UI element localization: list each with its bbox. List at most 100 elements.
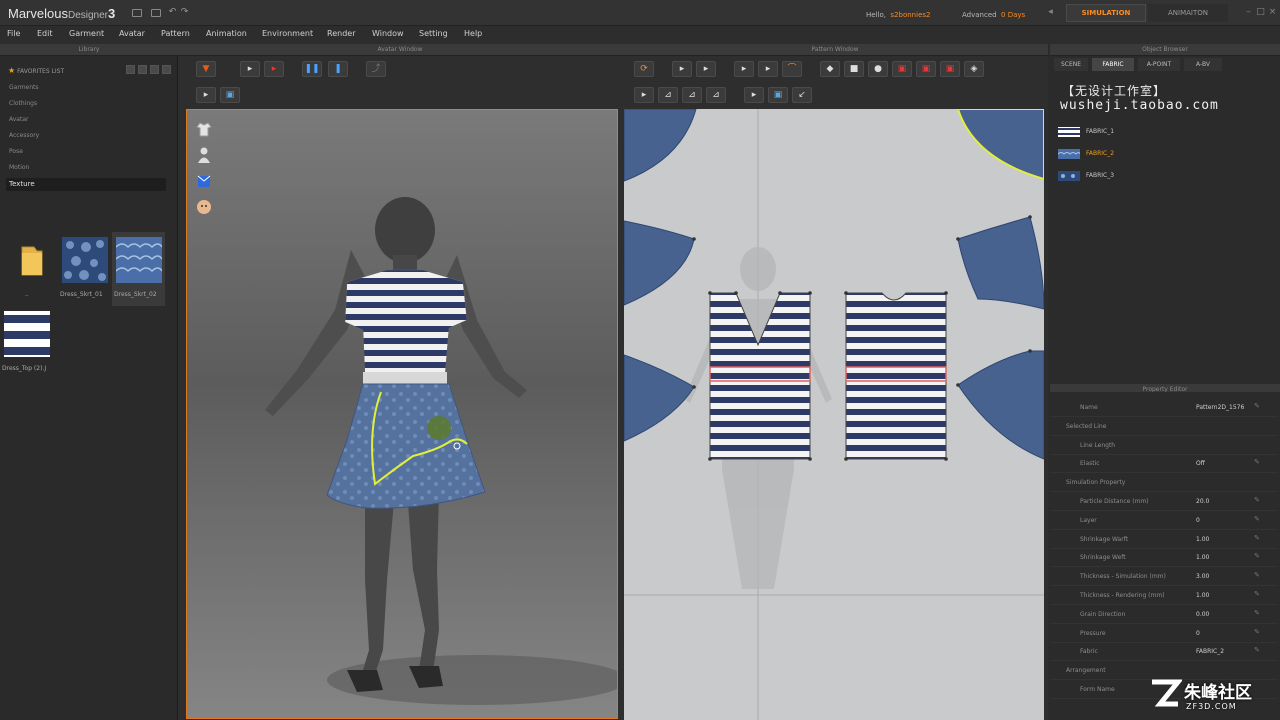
chart-icon[interactable] <box>132 9 142 17</box>
property-value[interactable]: 1.00 <box>1196 536 1209 543</box>
fold-icon[interactable]: ▣ <box>220 87 240 103</box>
library-item-clothings[interactable]: Clothings <box>9 100 37 107</box>
user-name[interactable]: s2bonnies2 <box>890 11 930 19</box>
pencil-icon[interactable]: ✎ <box>1254 553 1261 560</box>
internal-circle-icon[interactable]: ▣ <box>940 61 960 77</box>
pencil-icon[interactable]: ✎ <box>1254 591 1261 598</box>
property-value[interactable]: Off <box>1196 460 1205 467</box>
pencil-icon[interactable]: ✎ <box>1254 628 1261 636</box>
refresh-icon[interactable]: ⟳ <box>634 61 654 77</box>
folder-icon[interactable] <box>151 9 161 17</box>
library-item-accessory[interactable]: Accessory <box>9 132 39 139</box>
property-row[interactable]: Pressure 0 ✎ <box>1050 624 1278 643</box>
property-value[interactable]: Pattern2D_1576 <box>1196 404 1244 411</box>
property-row[interactable]: Fabric FABRIC_2 ✎ <box>1050 642 1278 662</box>
minimize-icon[interactable]: – <box>1244 8 1253 17</box>
property-value[interactable]: 3.00 <box>1196 573 1209 580</box>
library-item-pose[interactable]: Pose <box>9 148 23 155</box>
garment-move-icon[interactable]: ❚ <box>328 61 348 77</box>
menu-setting[interactable]: Setting <box>419 29 448 38</box>
tab-scene[interactable]: SCENE <box>1054 58 1088 71</box>
property-row[interactable]: Layer 0 ✎ <box>1050 511 1278 530</box>
select-icon[interactable]: ▸ <box>240 61 260 77</box>
property-value[interactable]: 20.0 <box>1196 498 1209 505</box>
pencil-icon[interactable]: ✎ <box>1254 647 1261 654</box>
menu-pattern[interactable]: Pattern <box>161 29 190 38</box>
redo-icon[interactable]: ↷ <box>180 8 189 17</box>
pin-icon[interactable]: ⤴ <box>366 61 386 77</box>
add-icon[interactable] <box>138 65 147 74</box>
menu-file[interactable]: File <box>7 29 20 38</box>
property-value[interactable]: 0 <box>1196 517 1200 524</box>
menu-help[interactable]: Help <box>464 29 482 38</box>
internal-polygon-icon[interactable]: ▣ <box>892 61 912 77</box>
sewing-multi-icon[interactable]: ⊿ <box>682 87 702 103</box>
segment-sewing-icon[interactable]: ▸ <box>634 87 654 103</box>
property-value[interactable]: FABRIC_2 <box>1196 648 1224 655</box>
rectangle-icon[interactable]: ■ <box>844 61 864 77</box>
pencil-icon[interactable]: ✎ <box>1254 572 1261 579</box>
menu-animation[interactable]: Animation <box>206 29 247 38</box>
tab-simulation[interactable]: SIMULATION <box>1066 4 1146 22</box>
property-row[interactable]: Name Pattern2D_1576 ✎ <box>1050 398 1278 417</box>
property-row[interactable]: Grain Direction 0.00 ✎ <box>1050 605 1278 624</box>
menu-render[interactable]: Render <box>327 29 355 38</box>
2d-pattern-view[interactable] <box>624 109 1044 720</box>
pencil-icon[interactable]: ✎ <box>1254 609 1261 617</box>
texture-edit-icon[interactable]: ▸ <box>744 87 764 103</box>
settings-icon[interactable]: ◂ <box>1046 8 1055 17</box>
property-value[interactable]: 1.00 <box>1196 554 1209 561</box>
menu-avatar[interactable]: Avatar <box>119 29 145 38</box>
edit-icon[interactable] <box>150 65 159 74</box>
simulate-icon[interactable]: ▼ <box>196 61 216 77</box>
property-value[interactable]: 1.00 <box>1196 592 1209 599</box>
transform-icon[interactable]: ▸ <box>196 87 216 103</box>
maximize-icon[interactable]: □ <box>1256 8 1265 17</box>
property-row[interactable]: Thickness - Simulation (mm) 3.00 ✎ <box>1050 567 1278 587</box>
transform-pattern-icon[interactable]: ▸ <box>672 61 692 77</box>
property-row[interactable]: Line Length <box>1050 436 1278 455</box>
delete-icon[interactable] <box>162 65 171 74</box>
thumb-dress-top[interactable]: Dress_Top (2).J <box>0 306 53 380</box>
property-row[interactable]: Elastic Off ✎ <box>1050 454 1278 474</box>
pencil-icon[interactable]: ✎ <box>1254 497 1261 504</box>
edit-curve-icon[interactable]: ▸ <box>734 61 754 77</box>
view-icon[interactable] <box>126 65 135 74</box>
curve-point-icon[interactable]: ⌒ <box>782 61 802 77</box>
tab-a-bv[interactable]: A-BV <box>1184 58 1222 71</box>
free-sewing-icon[interactable]: ⊿ <box>658 87 678 103</box>
dart-icon[interactable]: ◈ <box>964 61 984 77</box>
fabric-row[interactable]: FABRIC_2 <box>1058 146 1270 162</box>
library-item-avatar[interactable]: Avatar <box>9 116 28 123</box>
texture-transform-icon[interactable]: ▣ <box>768 87 788 103</box>
library-item-motion[interactable]: Motion <box>9 164 29 171</box>
property-value[interactable]: 0.00 <box>1196 611 1209 618</box>
thumb-dress-skirt-01[interactable]: Dress_Skrt_01 <box>58 232 111 306</box>
property-row[interactable]: Selected Line <box>1050 417 1278 436</box>
tab-a-point[interactable]: A-POINT <box>1138 58 1180 71</box>
edit-pattern-icon[interactable]: ▸ <box>696 61 716 77</box>
fabric-row[interactable]: FABRIC_1 <box>1058 124 1270 140</box>
thumb-dress-skirt-02[interactable]: Dress_Skrt_02 <box>112 232 165 306</box>
menu-garment[interactable]: Garment <box>69 29 104 38</box>
garment-select-icon[interactable]: ❚❚ <box>302 61 322 77</box>
thumb-parent-folder[interactable]: .. <box>4 232 57 306</box>
pencil-icon[interactable]: ✎ <box>1254 534 1261 542</box>
pencil-icon[interactable]: ✎ <box>1254 459 1261 466</box>
3d-viewport[interactable] <box>186 109 618 719</box>
menu-window[interactable]: Window <box>372 29 404 38</box>
polygon-icon[interactable]: ◆ <box>820 61 840 77</box>
sewing-edit-icon[interactable]: ⊿ <box>706 87 726 103</box>
internal-rect-icon[interactable]: ▣ <box>916 61 936 77</box>
tab-animation[interactable]: ANIMAITON <box>1148 4 1228 22</box>
menu-environment[interactable]: Environment <box>262 29 313 38</box>
favorites-list[interactable]: ★ FAVORITES LIST <box>8 66 64 75</box>
tab-fabric[interactable]: FABRIC <box>1092 58 1134 71</box>
record-icon[interactable]: ▸ <box>264 61 284 77</box>
property-row[interactable]: Shrinkage Weft 1.00 ✎ <box>1050 548 1278 568</box>
property-row[interactable]: Thickness - Rendering (mm) 1.00 ✎ <box>1050 586 1278 605</box>
fabric-row[interactable]: FABRIC_3 <box>1058 168 1270 184</box>
library-item-garments[interactable]: Garments <box>9 84 39 91</box>
pencil-icon[interactable]: ✎ <box>1254 403 1261 410</box>
property-value[interactable]: 0 <box>1196 630 1200 637</box>
